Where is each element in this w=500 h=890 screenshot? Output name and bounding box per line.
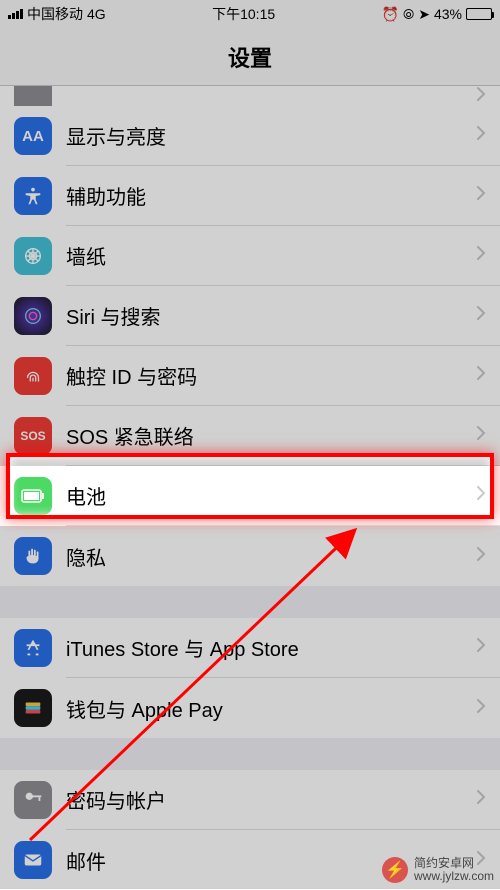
chevron-right-icon xyxy=(476,365,486,386)
row-label: Siri 与搜索 xyxy=(66,301,476,330)
wallpaper-icon xyxy=(14,237,52,275)
watermark-url: www.jylzw.com xyxy=(414,870,494,883)
settings-list[interactable]: AA 显示与亮度 辅助功能 墙纸 Siri 与搜索 xyxy=(0,86,500,890)
status-bar: 中国移动 4G 下午10:15 ⏰ ⦾ ➤ 43% xyxy=(0,0,500,28)
rotation-lock-icon: ⦾ xyxy=(403,6,414,23)
generic-icon xyxy=(14,86,52,106)
row-label: 显示与亮度 xyxy=(66,121,476,150)
row-label: 墙纸 xyxy=(66,241,476,270)
row-label: SOS 紧急联络 xyxy=(66,421,476,450)
navbar: 设置 xyxy=(0,28,500,86)
statusbar-time: 下午10:15 xyxy=(106,4,382,24)
fingerprint-icon xyxy=(14,357,52,395)
network-label: 4G xyxy=(87,6,106,22)
settings-row-cropped[interactable] xyxy=(0,86,500,106)
row-label: 密码与帐户 xyxy=(66,785,476,814)
display-icon: AA xyxy=(14,117,52,155)
settings-row-sos[interactable]: SOS SOS 紧急联络 xyxy=(0,406,500,466)
watermark: ⚡ 简约安卓网 www.jylzw.com xyxy=(382,857,494,883)
accessibility-icon xyxy=(14,177,52,215)
battery-percent: 43% xyxy=(434,6,462,22)
siri-icon xyxy=(14,297,52,335)
settings-row-siri[interactable]: Siri 与搜索 xyxy=(0,286,500,346)
row-label: 触控 ID 与密码 xyxy=(66,361,476,390)
alarm-icon: ⏰ xyxy=(382,6,399,23)
settings-row-accessibility[interactable]: 辅助功能 xyxy=(0,166,500,226)
row-label: 电池 xyxy=(66,481,476,510)
key-icon xyxy=(14,781,52,819)
chevron-right-icon xyxy=(476,698,486,719)
chevron-right-icon xyxy=(476,305,486,326)
hand-icon xyxy=(14,537,52,575)
settings-row-display[interactable]: AA 显示与亮度 xyxy=(0,106,500,166)
battery-icon xyxy=(466,8,492,20)
chevron-right-icon xyxy=(476,86,486,106)
row-label: 钱包与 Apple Pay xyxy=(66,694,476,723)
chevron-right-icon xyxy=(476,245,486,266)
chevron-right-icon xyxy=(476,485,486,506)
chevron-right-icon xyxy=(476,125,486,146)
carrier-label: 中国移动 xyxy=(27,4,83,24)
battery-row-icon xyxy=(14,477,52,515)
location-icon: ➤ xyxy=(418,6,430,23)
settings-row-privacy[interactable]: 隐私 xyxy=(0,526,500,586)
settings-row-touchid[interactable]: 触控 ID 与密码 xyxy=(0,346,500,406)
wallet-icon xyxy=(14,689,52,727)
appstore-icon xyxy=(14,629,52,667)
chevron-right-icon xyxy=(476,185,486,206)
settings-row-battery[interactable]: 电池 xyxy=(0,466,500,526)
mail-icon xyxy=(14,841,52,879)
row-label: 隐私 xyxy=(66,542,476,571)
chevron-right-icon xyxy=(476,546,486,567)
page-title: 设置 xyxy=(228,41,272,73)
sos-icon: SOS xyxy=(14,417,52,455)
row-label: iTunes Store 与 App Store xyxy=(66,633,476,662)
signal-icon xyxy=(8,9,23,19)
bolt-icon: ⚡ xyxy=(382,857,408,883)
settings-row-wallet[interactable]: 钱包与 Apple Pay xyxy=(0,678,500,738)
chevron-right-icon xyxy=(476,789,486,810)
chevron-right-icon xyxy=(476,637,486,658)
row-label: 辅助功能 xyxy=(66,181,476,210)
settings-row-wallpaper[interactable]: 墙纸 xyxy=(0,226,500,286)
chevron-right-icon xyxy=(476,425,486,446)
settings-row-passwords[interactable]: 密码与帐户 xyxy=(0,770,500,830)
settings-row-itunes[interactable]: iTunes Store 与 App Store xyxy=(0,618,500,678)
